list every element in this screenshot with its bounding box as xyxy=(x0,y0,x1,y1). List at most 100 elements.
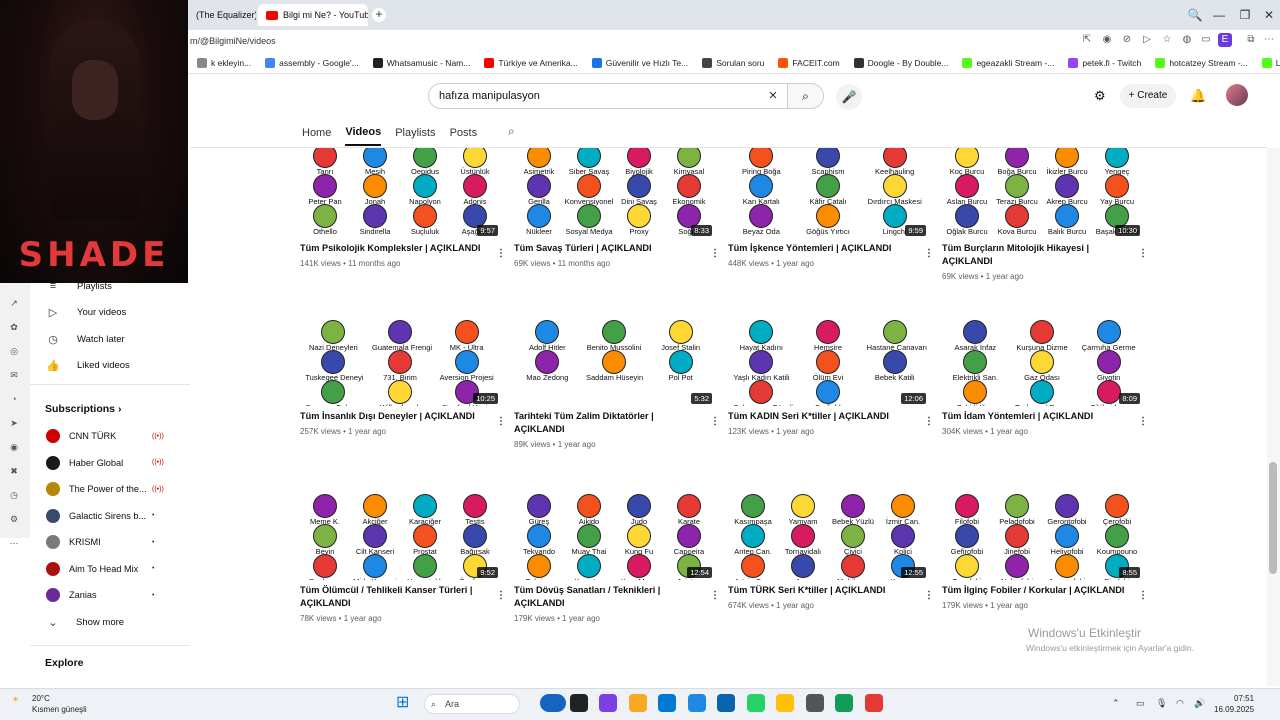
video-thumbnail[interactable]: Koç Burcu Boğa Burcu İkizler Burcu Yengeç As… xyxy=(942,148,1142,238)
side-panel-icon[interactable]: ⋯ xyxy=(8,538,20,550)
bookmark-item[interactable]: assembly - Google'... xyxy=(258,57,366,68)
weather-widget[interactable]: ☀ 20°C Kısmen güneşli xyxy=(12,693,87,715)
video-card[interactable]: Filofobi Peladofobi Gerontofobi Çerofobi Gef… xyxy=(942,490,1154,610)
video-title[interactable]: Tüm TÜRK Seri K*tiller | AÇIKLANDI xyxy=(728,584,918,597)
search-tabs-icon[interactable]: 🔍 xyxy=(1186,6,1204,24)
app-icon[interactable] xyxy=(805,694,824,712)
video-thumbnail[interactable]: Piring Boğa Scaphism Keelhauling Kan Kartal… xyxy=(728,148,928,238)
lock-icon[interactable]: ◍ xyxy=(1180,33,1194,47)
video-thumbnail[interactable]: Hayat Kadını Hemşire Hastane Canavarı Yaşlı… xyxy=(728,316,928,406)
subscription-item[interactable]: The Power of the... ((•)) xyxy=(46,482,176,496)
page-scrollbar[interactable] xyxy=(1267,148,1280,686)
side-panel-icon[interactable]: ✉ xyxy=(8,370,20,382)
video-thumbnail[interactable]: Adolf Hitler Benito Mussolini Josef Stalin… xyxy=(514,316,714,406)
task-view-icon[interactable] xyxy=(569,694,588,712)
video-title[interactable]: Tüm İdam Yöntemleri | AÇIKLANDI xyxy=(942,410,1132,423)
video-thumbnail[interactable]: Asimetrik Siber Savaş Biyolojik Kimyasal Ger… xyxy=(514,148,714,238)
video-title[interactable]: Tüm Psikolojik Kompleksler | AÇIKLANDI xyxy=(300,242,490,255)
bookmark-item[interactable]: Sorulan soru xyxy=(695,57,771,68)
browser-tab[interactable]: (The Equalizer) Ta xyxy=(188,4,256,26)
tray-chevron-icon[interactable]: ⌃ xyxy=(1112,698,1120,709)
subscription-item[interactable]: Aim To Head Mix • xyxy=(46,561,176,576)
video-thumbnail[interactable]: Nazi Deneyleri Guatemala Frengi MK - Ultra… xyxy=(300,316,500,406)
share-icon[interactable]: ⇱ xyxy=(1080,33,1094,47)
maximize-button[interactable]: ❐ xyxy=(1236,6,1254,24)
video-title[interactable]: Tüm İlginç Fobiler / Korkular | AÇIKLAND… xyxy=(942,584,1132,597)
bookmark-item[interactable]: k ekleyin... xyxy=(190,57,258,68)
bookmark-item[interactable]: Türkiye ve Amerika... xyxy=(477,57,584,68)
video-title[interactable]: Tüm KADIN Seri K*tiller | AÇIKLANDI xyxy=(728,410,918,423)
more-options-icon[interactable]: ⋮ xyxy=(924,248,934,259)
store-icon[interactable] xyxy=(687,694,706,712)
subscription-item[interactable]: Haber Global ((•)) xyxy=(46,455,176,470)
bookmark-item[interactable]: egeazakli Stream -... xyxy=(955,57,1061,68)
bookmark-item[interactable]: Whatsamusic - Nam... xyxy=(366,57,478,68)
play-icon[interactable]: ▷ xyxy=(1140,33,1154,47)
scrollbar-thumb[interactable] xyxy=(1269,462,1277,574)
bookmark-item[interactable]: Doogle - By Double... xyxy=(847,57,956,68)
wallet-icon[interactable]: ▭ xyxy=(1199,33,1213,47)
bookmark-item[interactable]: hotcatzey Stream -... xyxy=(1148,57,1254,68)
file-explorer-icon[interactable] xyxy=(628,694,647,712)
side-panel-icon[interactable]: ◷ xyxy=(8,490,20,502)
video-card[interactable]: Kasımpaşa Yamyam Bebek Yüzlü İzmir Can. Ante… xyxy=(728,490,940,610)
app-icon[interactable] xyxy=(864,694,883,712)
subscriptions-heading[interactable]: Subscriptions › xyxy=(45,403,121,415)
copilot-icon[interactable] xyxy=(599,694,617,712)
video-thumbnail[interactable]: Kasımpaşa Yamyam Bebek Yüzlü İzmir Can. Ante… xyxy=(728,490,928,580)
mic-button[interactable]: 🎤 xyxy=(836,84,862,110)
camera-icon[interactable]: ◉ xyxy=(1100,33,1114,47)
more-options-icon[interactable]: ⋮ xyxy=(924,416,934,427)
bookmark-item[interactable]: L3Lana Stream - Wa... xyxy=(1255,57,1280,68)
video-thumbnail[interactable]: Filofobi Peladofobi Gerontofobi Çerofobi Gef… xyxy=(942,490,1142,580)
whatsapp-icon[interactable] xyxy=(746,694,765,712)
side-panel-icon[interactable]: ✿ xyxy=(8,322,20,334)
cast-icon[interactable]: ⚙ xyxy=(1094,88,1106,104)
bookmark-item[interactable]: Güvenilir ve Hızlı Te... xyxy=(585,57,696,68)
more-options-icon[interactable]: ⋮ xyxy=(496,416,506,427)
video-title[interactable]: Tüm Burçların Mitolojik Hikayesi | AÇIKL… xyxy=(942,242,1132,268)
video-card[interactable]: Hayat Kadını Hemşire Hastane Canavarı Yaşlı… xyxy=(728,316,940,436)
video-title[interactable]: Tüm Ölümcül / Tehlikeli Kanser Türleri |… xyxy=(300,584,490,610)
sidebar-item-your-videos[interactable]: ▷ Your videos xyxy=(45,306,127,319)
more-options-icon[interactable]: ⋮ xyxy=(1138,416,1148,427)
more-options-icon[interactable]: ⋮ xyxy=(496,248,506,259)
video-thumbnail[interactable]: Güreş Aikido Judo Karate Tekvando Muay Thai Ku… xyxy=(514,490,714,580)
subscription-item[interactable]: Zanias • xyxy=(46,588,176,602)
tab-posts[interactable]: Posts xyxy=(450,121,478,145)
new-tab-button[interactable]: + xyxy=(372,8,386,22)
video-card[interactable]: Tanrı Mesih Oepidus Üstünlük Peter Pan Jonah N… xyxy=(300,148,512,268)
video-card[interactable]: Asarak İnfaz Kurşuna Dizme Çarmıha Germe El… xyxy=(942,316,1154,436)
video-title[interactable]: Tüm İnsanlık Dışı Deneyler | AÇIKLANDI xyxy=(300,410,490,423)
star-icon[interactable]: ☆ xyxy=(1160,33,1174,47)
clear-search-icon[interactable]: × xyxy=(765,88,781,104)
close-window-button[interactable]: ✕ xyxy=(1260,6,1278,24)
bookmark-item[interactable]: petek.fi - Twitch xyxy=(1061,57,1148,68)
more-options-icon[interactable]: ⋮ xyxy=(924,590,934,601)
video-thumbnail[interactable]: Tanrı Mesih Oepidus Üstünlük Peter Pan Jonah N… xyxy=(300,148,500,238)
side-panel-icon[interactable]: ➤ xyxy=(8,418,20,430)
side-panel-icon[interactable]: ◉ xyxy=(8,442,20,454)
profile-e-icon[interactable]: E xyxy=(1218,33,1232,47)
more-options-icon[interactable]: ⋮ xyxy=(710,416,720,427)
search-input[interactable]: hafıza manipulasyon xyxy=(428,83,788,109)
bookmark-item[interactable]: FACEIT.com xyxy=(771,57,846,68)
mic-tray-icon[interactable]: 🎙 xyxy=(1156,698,1167,709)
notifications-icon[interactable]: 🔔 xyxy=(1190,88,1206,104)
video-title[interactable]: Tüm Savaş Türleri | AÇIKLANDI xyxy=(514,242,704,255)
video-thumbnail[interactable]: Meme K. Akciğer Karaciğer Testis Beyin Cilt K… xyxy=(300,490,500,580)
opera-icon[interactable] xyxy=(835,694,853,712)
address-bar[interactable]: m/@BilgimiNe/videos xyxy=(190,33,1030,50)
video-card[interactable]: Adolf Hitler Benito Mussolini Josef Stalin… xyxy=(514,316,726,449)
tab-videos[interactable]: Videos xyxy=(345,120,382,146)
create-button[interactable]: + Create xyxy=(1120,84,1176,108)
video-thumbnail[interactable]: Asarak İnfaz Kurşuna Dizme Çarmıha Germe El… xyxy=(942,316,1142,406)
edge-icon[interactable] xyxy=(658,694,676,712)
subscription-item[interactable]: Galactic Sirens b... • xyxy=(46,508,176,523)
video-card[interactable]: Asimetrik Siber Savaş Biyolojik Kimyasal Ger… xyxy=(514,148,726,268)
video-title[interactable]: Tüm Dövüş Sanatları / Teknikleri | AÇIKL… xyxy=(514,584,704,610)
outlook-icon[interactable] xyxy=(717,694,735,712)
side-panel-icon[interactable]: ◎ xyxy=(8,346,20,358)
menu-icon[interactable]: ⋯ xyxy=(1262,33,1276,47)
video-card[interactable]: Güreş Aikido Judo Karate Tekvando Muay Thai Ku… xyxy=(514,490,726,623)
